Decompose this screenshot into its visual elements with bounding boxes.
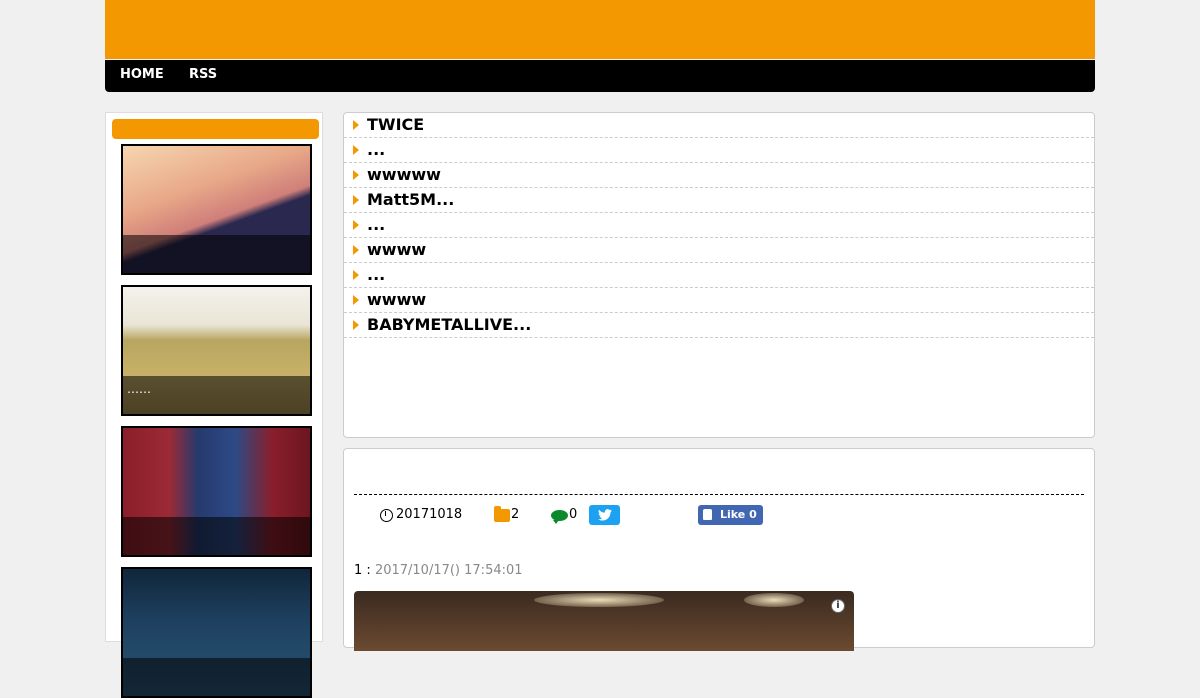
twitter-bird-icon [597,509,612,521]
comment-count[interactable]: 0 [569,507,577,522]
thumbnail-caption: …… [123,376,310,414]
info-icon[interactable]: i [831,599,845,613]
arrow-right-icon [353,270,359,280]
arrow-right-icon [353,220,359,230]
list-item-title[interactable]: BABYMETALLIVE... [367,315,531,334]
list-item-title[interactable]: wwwww [367,165,441,184]
clock-icon [380,509,393,522]
image-highlight [534,593,664,607]
list-item-title[interactable]: TWICE [367,115,424,134]
facebook-like-button[interactable]: Like 0 [698,505,763,525]
sidebar-thumbnail-3[interactable] [121,426,312,557]
list-item-title[interactable]: ... [367,265,385,284]
comment-bubble-icon [551,510,568,524]
sidebar-thumbnail-1[interactable] [121,144,312,275]
list-item[interactable]: ... [344,213,1094,238]
facebook-like-label: Like 0 [720,508,757,521]
post-timestamp: 2017/10/17() 17:54:01 [374,563,523,578]
sidebar-thumbnail-4[interactable] [121,567,312,698]
category-count[interactable]: 2 [511,507,519,522]
list-item-title[interactable]: wwww [367,290,426,309]
list-item[interactable]: Matt5M... [344,188,1094,213]
list-item[interactable]: wwwww [344,163,1094,188]
thumbs-up-icon [703,509,712,520]
site-header-banner[interactable] [105,0,1095,59]
post-image[interactable]: i [354,591,854,651]
arrow-right-icon [353,145,359,155]
article-panel: 20171018 2 0 Like 0 1 : 2017/10/17() 17:… [343,448,1095,651]
list-item[interactable]: wwww [344,288,1094,313]
thumbnail-caption [123,658,310,696]
list-item-title[interactable]: wwww [367,240,426,259]
sidebar: …… [105,112,323,698]
article-list: TWICE ... wwwww Matt5M... ... wwww ... w… [343,112,1095,438]
thumbnail-caption [123,235,310,273]
arrow-right-icon [353,295,359,305]
twitter-share-button[interactable] [589,505,620,525]
list-item[interactable]: wwww [344,238,1094,263]
arrow-right-icon [353,195,359,205]
arrow-right-icon [353,245,359,255]
article-divider [354,494,1084,495]
arrow-right-icon [353,170,359,180]
thumbnail-caption [123,517,310,555]
list-item[interactable]: ... [344,138,1094,163]
folder-icon [494,506,510,522]
list-item[interactable]: TWICE [344,113,1094,138]
sidebar-thumbnail-2[interactable]: …… [121,285,312,416]
post-separator: : [362,563,375,578]
nav-home-link[interactable]: HOME [120,60,164,92]
list-item-title[interactable]: ... [367,140,385,159]
image-highlight [744,593,804,607]
arrow-right-icon [353,120,359,130]
list-item[interactable]: ... [344,263,1094,288]
list-item-title[interactable]: ... [367,215,385,234]
post-header: 1 : 2017/10/17() 17:54:01 [354,563,523,578]
nav-rss-link[interactable]: RSS [189,60,217,92]
arrow-right-icon [353,320,359,330]
sidebar-heading [112,119,319,139]
list-item-title[interactable]: Matt5M... [367,190,454,209]
main-nav: HOME RSS [105,60,1095,92]
list-item[interactable]: BABYMETALLIVE... [344,313,1094,338]
article-date: 20171018 [396,507,463,522]
